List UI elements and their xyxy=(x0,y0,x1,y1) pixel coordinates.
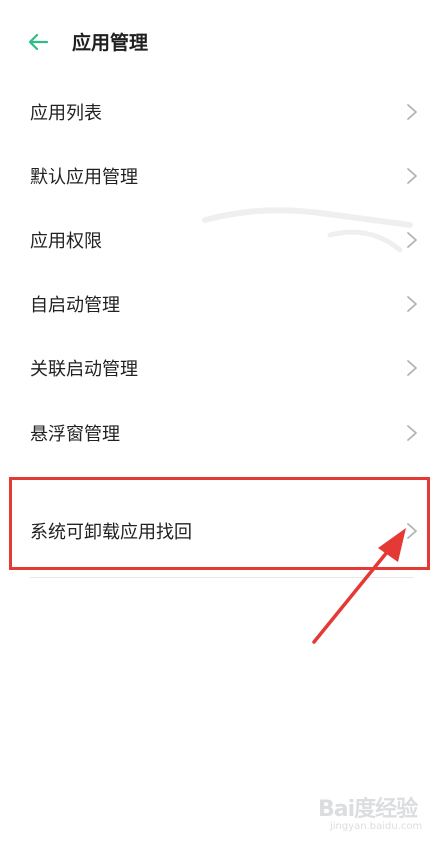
menu-item-app-list[interactable]: 应用列表 xyxy=(0,84,444,140)
menu-item-associated-launch[interactable]: 关联启动管理 xyxy=(0,340,444,396)
back-arrow-icon[interactable] xyxy=(26,30,50,54)
chevron-right-icon xyxy=(407,425,417,441)
menu-item-label: 自启动管理 xyxy=(30,295,120,316)
watermark-logo: Bai度经验 xyxy=(318,797,418,822)
watermark-url: jingyan.baidu.com xyxy=(330,821,423,832)
menu-item-app-permissions[interactable]: 应用权限 xyxy=(0,212,444,268)
menu-item-floating-window[interactable]: 悬浮窗管理 xyxy=(0,405,444,461)
menu-item-default-apps[interactable]: 默认应用管理 xyxy=(0,148,444,204)
chevron-right-icon xyxy=(407,360,417,376)
menu-item-label: 悬浮窗管理 xyxy=(30,424,120,445)
menu-item-label: 应用权限 xyxy=(30,231,102,252)
chevron-right-icon xyxy=(407,168,417,184)
top-bar: 应用管理 xyxy=(0,18,444,64)
chevron-right-icon xyxy=(407,104,417,120)
chevron-right-icon xyxy=(407,296,417,312)
watermark: Bai度经验 jingyan.baidu.com xyxy=(318,791,428,841)
menu-item-label: 应用列表 xyxy=(30,103,102,124)
annotation-arrow-icon xyxy=(312,528,406,644)
menu-item-label: 关联启动管理 xyxy=(30,359,138,380)
chevron-right-icon xyxy=(407,232,417,248)
menu-item-autostart[interactable]: 自启动管理 xyxy=(0,276,444,332)
menu-item-label: 默认应用管理 xyxy=(30,167,138,188)
page-title: 应用管理 xyxy=(72,32,149,54)
